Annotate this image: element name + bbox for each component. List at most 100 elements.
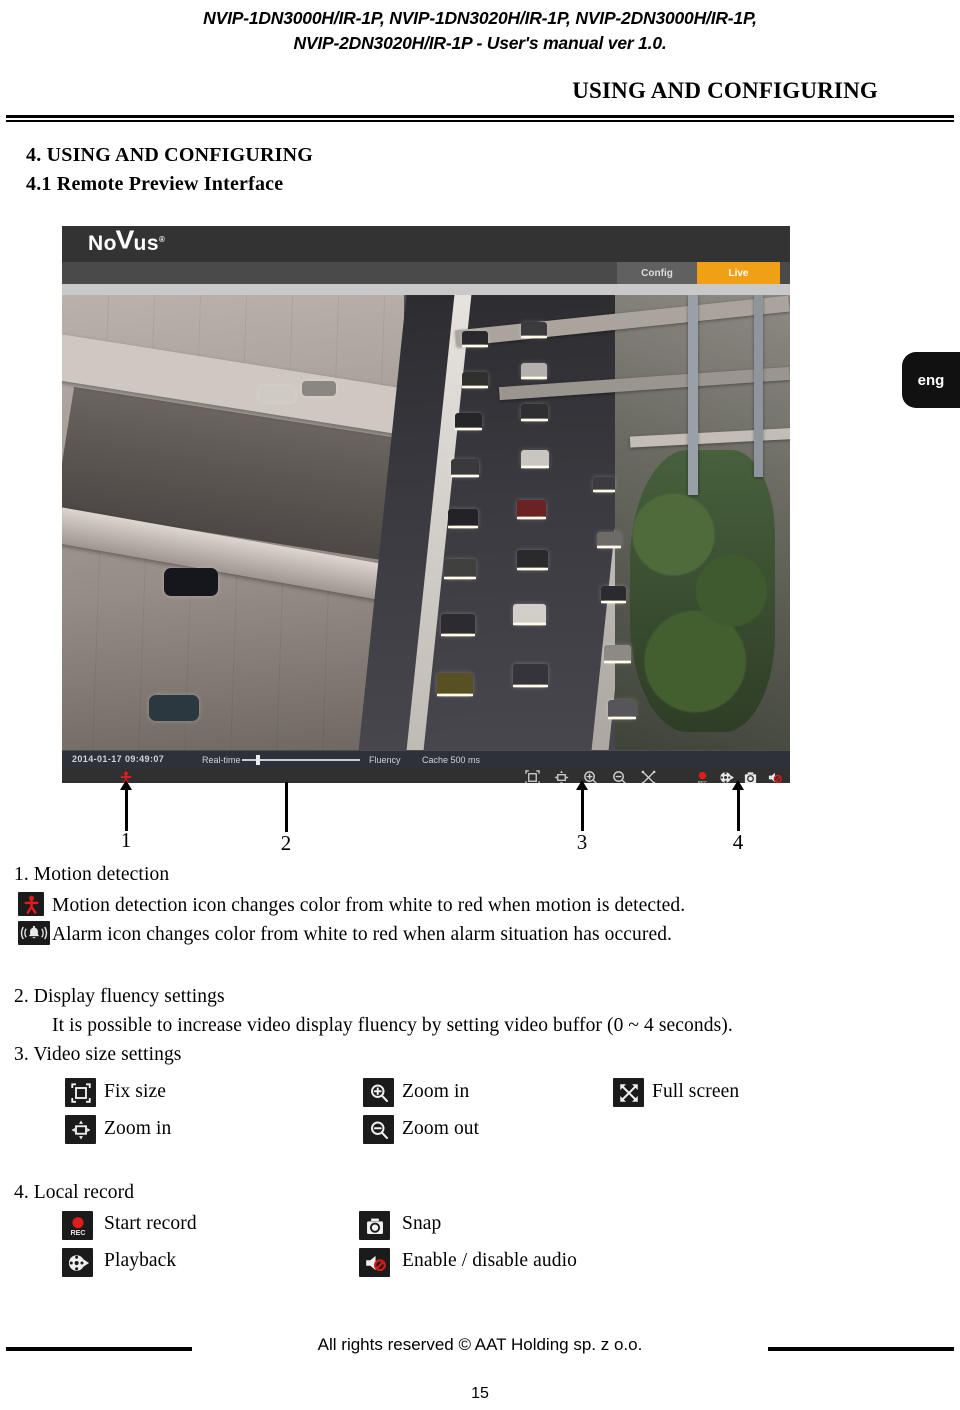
audio-icon[interactable]	[767, 770, 782, 783]
video-car	[600, 586, 626, 605]
video-car	[520, 404, 548, 423]
fix-size-icon[interactable]	[525, 770, 540, 783]
section-3-label-zoom-in: Zoom in	[402, 1081, 470, 1102]
language-tab-label: eng	[917, 371, 945, 389]
logo-part-pre: No	[88, 232, 117, 255]
fluency-slider[interactable]	[242, 755, 360, 765]
logo-registered-mark: ®	[159, 235, 166, 244]
model-line-1: NVIP-1DN3000H/IR-1P, NVIP-1DN3020H/IR-1P…	[203, 8, 757, 28]
video-car	[436, 672, 473, 697]
video-car	[440, 613, 475, 637]
callout-number-2: 2	[280, 831, 292, 855]
callout-arrow-2	[285, 782, 288, 832]
video-car	[447, 508, 478, 529]
manual-page: NVIP-1DN3000H/IR-1P, NVIP-1DN3020H/IR-1P…	[0, 0, 960, 1410]
video-car	[520, 449, 549, 469]
fluency-label: Fluency	[369, 755, 401, 765]
subsection-heading: 4.1 Remote Preview Interface	[26, 173, 284, 195]
full-screen-icon	[613, 1078, 644, 1107]
remote-preview-screenshot: NoVus® Config Live 2014-01-17 09:49:07 R…	[62, 226, 790, 783]
video-car	[517, 499, 546, 520]
svg-text:REC: REC	[70, 1228, 85, 1236]
callout-arrow-3	[576, 780, 588, 831]
audio-mute-icon	[359, 1248, 390, 1277]
zoom-fit-icon[interactable]	[554, 770, 569, 783]
video-car	[593, 477, 616, 493]
rule-thin	[6, 120, 954, 122]
footer-copyright: All rights reserved © AAT Holding sp. z …	[317, 1335, 643, 1354]
section-4-label-audio: Enable / disable audio	[402, 1250, 577, 1271]
camera-tab-bar: Config Live	[62, 262, 790, 284]
tab-live-label: Live	[728, 267, 749, 279]
zoom-out-icon[interactable]	[612, 770, 627, 783]
section-4-label-playback: Playback	[104, 1250, 177, 1271]
snapshot-icon[interactable]	[743, 770, 758, 783]
video-car	[462, 331, 489, 349]
tab-config-label: Config	[641, 267, 673, 279]
video-pillar-2	[753, 295, 763, 477]
video-car	[455, 413, 483, 432]
video-car	[597, 531, 622, 549]
logo-part-post: us	[133, 232, 160, 255]
magnifier-minus-icon	[363, 1115, 394, 1144]
section-3-title: 3. Video size settings	[14, 1044, 182, 1065]
svg-text:REC: REC	[698, 780, 708, 783]
full-screen-icon[interactable]	[641, 770, 656, 783]
video-car	[451, 458, 480, 478]
snapshot-camera-icon	[359, 1211, 390, 1240]
video-car	[517, 549, 548, 571]
alarm-bell-icon	[18, 921, 50, 945]
chapter-heading: 4. USING AND CONFIGURING	[26, 144, 314, 166]
video-car	[444, 558, 477, 580]
video-parked-car	[258, 386, 295, 402]
timestamp: 2014-01-17 09:49:07	[72, 754, 165, 764]
camera-status-bar: 2014-01-17 09:49:07 Real-time Fluency Ca…	[62, 750, 790, 768]
section-4-title: 4. Local record	[14, 1182, 135, 1203]
zoom-fit-icon	[65, 1115, 96, 1144]
tab-config[interactable]: Config	[617, 262, 697, 284]
section-3-label-full-screen: Full screen	[652, 1081, 740, 1102]
novus-logo: NoVus®	[88, 226, 166, 256]
section-banner: USING AND CONFIGURING	[572, 78, 878, 103]
video-car	[520, 322, 547, 340]
section-3-label-zoom-in-fit: Zoom in	[104, 1118, 172, 1139]
video-car	[604, 645, 632, 665]
cache-label: Cache 500 ms	[422, 755, 481, 765]
fix-size-icon	[65, 1078, 96, 1107]
callout-number-3: 3	[576, 830, 588, 854]
logo-part-v: V	[115, 226, 136, 255]
section-1-title: 1. Motion detection	[14, 864, 170, 885]
video-parked-car	[163, 568, 218, 596]
camera-separator-strip	[62, 284, 790, 295]
callout-arrow-1	[120, 780, 132, 831]
video-pillar-1	[688, 295, 699, 496]
motion-detection-icon	[18, 892, 44, 916]
video-parked-car	[302, 381, 337, 397]
section-3-label-fix-size: Fix size	[104, 1081, 167, 1102]
section-4-label-snap: Snap	[402, 1213, 442, 1234]
page-number: 15	[471, 1385, 489, 1402]
section-4-label-start-record: Start record	[104, 1213, 197, 1234]
language-tab-eng[interactable]: eng	[902, 352, 960, 408]
callout-number-1: 1	[120, 828, 132, 852]
camera-toolbar: REC	[62, 768, 790, 783]
callout-arrow-4	[732, 780, 744, 831]
realtime-label: Real-time	[202, 755, 241, 765]
magnifier-plus-icon	[363, 1078, 394, 1107]
video-car	[520, 363, 547, 381]
fluency-slider-knob[interactable]	[256, 755, 260, 765]
section-1-line-1: Motion detection icon changes color from…	[52, 895, 686, 916]
playback-film-icon	[62, 1248, 93, 1277]
document-header: NVIP-1DN3000H/IR-1P, NVIP-1DN3020H/IR-1P…	[0, 0, 960, 122]
camera-top-bar: NoVus®	[62, 226, 790, 262]
video-car	[513, 663, 549, 688]
section-1-line-2: Alarm icon changes color from white to r…	[52, 924, 673, 945]
section-3-label-zoom-out: Zoom out	[402, 1118, 480, 1139]
header-rules	[0, 115, 960, 122]
live-video-view[interactable]	[62, 295, 790, 750]
model-line-2: NVIP-2DN3020H/IR-1P - User's manual ver …	[293, 33, 667, 53]
record-icon[interactable]: REC	[695, 770, 710, 783]
video-parked-car	[149, 695, 200, 722]
tab-live[interactable]: Live	[697, 262, 780, 284]
toolbar-view-icons	[525, 770, 656, 783]
